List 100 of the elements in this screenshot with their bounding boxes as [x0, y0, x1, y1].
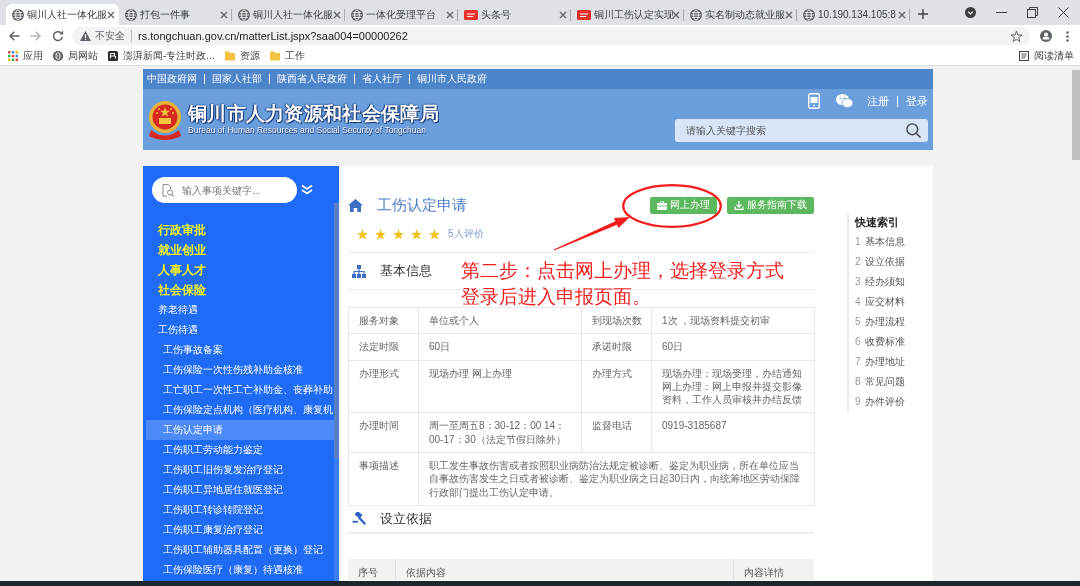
section-title: 基本信息 [380, 263, 432, 279]
nav-link[interactable]: 陕西省人民政府 [277, 73, 347, 85]
plus-icon[interactable] [918, 9, 928, 19]
search-field[interactable]: 请输入关键字搜索 [675, 119, 928, 142]
close-icon[interactable] [107, 10, 115, 19]
reading-list-button[interactable]: 阅读清单 [1019, 50, 1074, 62]
phone-icon[interactable] [808, 93, 820, 109]
index-link[interactable]: 3 经办须知 [855, 272, 933, 292]
site-subtitle: Bureau of Human Resources and Social Security of Tongchuan [188, 124, 427, 136]
globe-icon [53, 51, 63, 61]
restore-icon[interactable] [1027, 7, 1038, 18]
sidebar-item[interactable]: 工伤保险定点机构（医疗机构、康复机 [146, 400, 334, 420]
label-cell: 服务对象 [348, 307, 419, 334]
scrollbar-thumb[interactable] [334, 203, 339, 458]
close-icon[interactable] [220, 10, 228, 19]
back-icon[interactable] [8, 30, 20, 42]
sidebar-item[interactable]: 工伤职工辅助器具配置（更换）登记 [146, 540, 334, 560]
chat-icon[interactable] [836, 94, 853, 108]
close-icon[interactable] [446, 10, 454, 19]
value-cell: 1次 ，现场资料提交初审 [651, 307, 815, 334]
annotation-text: 第二步：点击网上办理，选择登录方式 [461, 259, 784, 283]
sidebar-item[interactable]: 工伤职工异地居住就医登记 [146, 480, 334, 500]
apps-icon [8, 51, 18, 61]
download-button[interactable]: 服务指南下载 [727, 196, 814, 214]
security-indicator[interactable]: 不安全 [80, 30, 132, 42]
section-title: 设立依据 [380, 510, 432, 527]
rating-count: 5人评价 [448, 228, 484, 240]
scrollbar-thumb[interactable] [1072, 70, 1080, 160]
column-header: 依据内容 [395, 558, 733, 580]
index-link[interactable]: 9 办件评价 [855, 392, 933, 412]
browser-tab[interactable]: 实名制动态就业服 [684, 4, 797, 25]
value-cell: 现场办理 网上办理 [418, 360, 582, 413]
nav-link[interactable]: 铜川市人民政府 [417, 73, 487, 85]
search-field[interactable]: 输入事项关键字... [152, 177, 297, 203]
nav-link[interactable]: 省人社厅 [362, 73, 402, 85]
sidebar-item[interactable]: 养老待遇 [143, 300, 334, 320]
browser-tab[interactable]: 铜川人社一体化服 [6, 4, 119, 25]
close-icon[interactable] [1058, 7, 1069, 18]
star-icon[interactable] [1011, 30, 1022, 42]
browser-tab[interactable]: 一体化受理平台 [345, 4, 458, 25]
dropdown-icon[interactable] [965, 7, 976, 18]
index-link[interactable]: 1 基本信息 [855, 232, 933, 252]
index-link[interactable]: 2 设立依据 [855, 252, 933, 272]
apply-online-button[interactable]: 网上办理 [650, 196, 717, 214]
browser-tab[interactable]: 打包一件事 [119, 4, 232, 25]
close-icon[interactable] [333, 10, 341, 19]
label-cell: 到现场次数 [581, 307, 652, 334]
column-header: 内容详情 [733, 558, 814, 580]
label-cell: 承诺时限 [581, 333, 652, 361]
reload-icon[interactable] [52, 30, 64, 42]
index-link[interactable]: 4 应交材料 [855, 292, 933, 312]
folder-icon [269, 51, 280, 61]
bookmark[interactable]: 局网站 [53, 50, 98, 62]
close-icon[interactable] [672, 10, 680, 19]
label-cell: 监督电话 [581, 413, 652, 453]
address-bar[interactable]: 不安全 rs.tongchuan.gov.cn/matterList.jspx?saa004=00000262 [72, 27, 1030, 45]
sidebar-item[interactable]: 行政审批 [143, 220, 334, 240]
sitemap-icon [352, 264, 366, 278]
header-link[interactable]: 注册 [867, 94, 889, 108]
bookmark[interactable]: 工作 [269, 50, 305, 62]
sidebar-item[interactable]: 就业创业 [143, 240, 334, 260]
search-icon[interactable] [906, 123, 921, 138]
sidebar-item[interactable]: 社会保险 [143, 280, 334, 300]
browser-tab[interactable]: 10.190.134.105:8 [797, 4, 910, 25]
browser-tab[interactable]: 铜川工伤认定实现 [571, 4, 684, 25]
emblem-icon [148, 99, 182, 140]
sidebar-item[interactable]: 人事人才 [143, 260, 334, 280]
header-link[interactable]: 登录 [906, 94, 928, 108]
bookmark[interactable]: 资源 [224, 50, 260, 62]
avatar-icon[interactable] [1040, 30, 1052, 42]
sidebar-item[interactable]: 工亡职工一次性工亡补助金、丧葬补助 [146, 380, 334, 400]
menu-icon[interactable] [1066, 30, 1069, 42]
sidebar-item[interactable]: 工伤职工康复治疗登记 [146, 520, 334, 540]
index-link[interactable]: 6 收费标准 [855, 332, 933, 352]
scrollbar[interactable] [334, 203, 339, 581]
index-link[interactable]: 8 常见问题 [855, 372, 933, 392]
close-icon[interactable] [898, 10, 906, 19]
sidebar-item[interactable]: 工伤认定申请 [146, 420, 334, 440]
sidebar-item[interactable]: 工伤事故备案 [146, 340, 334, 360]
sidebar-item[interactable]: 工伤职工劳动能力鉴定 [146, 440, 334, 460]
chevrons-down-icon[interactable] [301, 184, 313, 196]
value-cell: 单位或个人 [418, 307, 582, 334]
close-icon[interactable] [785, 10, 793, 19]
bookmark[interactable]: 应用 [8, 50, 43, 62]
gavel-icon [352, 512, 366, 526]
sidebar-item[interactable]: 工伤保险医疗（康复）待遇核准 [146, 560, 334, 580]
sidebar-item[interactable]: 工伤保险一次性伤残补助金核准 [146, 360, 334, 380]
close-icon[interactable] [559, 10, 567, 19]
index-link[interactable]: 7 办理地址 [855, 352, 933, 372]
browser-tab[interactable]: 铜川人社一体化服 [232, 4, 345, 25]
browser-tab[interactable]: 头条号 [458, 4, 571, 25]
reading-list-icon [1019, 51, 1029, 61]
nav-link[interactable]: 国家人社部 [212, 73, 262, 85]
globe-icon [238, 8, 250, 21]
sidebar-item[interactable]: 工伤职工转诊转院登记 [146, 500, 334, 520]
nav-link[interactable]: 中国政府网 [147, 73, 197, 85]
sidebar-item[interactable]: 工伤待遇 [143, 320, 334, 340]
index-link[interactable]: 5 办理流程 [855, 312, 933, 332]
bookmark[interactable]: 澎湃新闻-专注时政... [108, 50, 215, 62]
sidebar-item[interactable]: 工伤职工旧伤复发治疗登记 [146, 460, 334, 480]
